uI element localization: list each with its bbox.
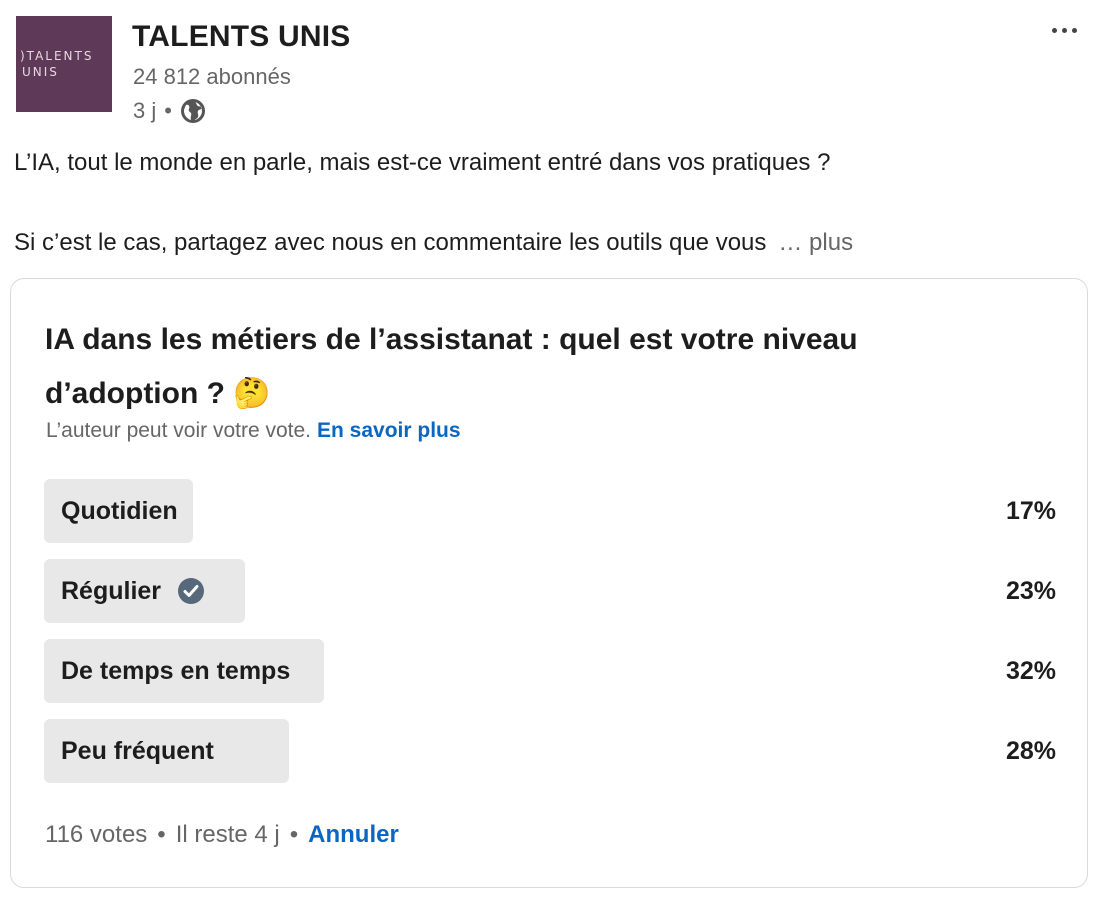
- post-time: 3 j: [133, 98, 157, 123]
- post-meta: 3 j •: [133, 98, 206, 124]
- post-header: )TALENTS UNIS TALENTS UNIS 24 812 abonné…: [16, 16, 1088, 128]
- poll-note-text: L’auteur peut voir votre vote.: [46, 419, 311, 442]
- time-remaining: Il reste 4 j: [175, 821, 280, 848]
- learn-more-link[interactable]: En savoir plus: [317, 419, 461, 442]
- poll-option-regulier[interactable]: Régulier 23%: [44, 559, 1056, 623]
- poll-question: IA dans les métiers de l’assistanat : qu…: [45, 323, 858, 410]
- more-dot: [1051, 27, 1057, 33]
- cancel-vote-link[interactable]: Annuler: [308, 821, 399, 849]
- checkmark-icon: [177, 577, 205, 605]
- poll-option-label: De temps en temps: [61, 656, 291, 685]
- more-dot: [1061, 27, 1067, 33]
- poll-card: IA dans les métiers de l’assistanat : qu…: [10, 278, 1088, 888]
- meta-separator: •: [164, 98, 172, 123]
- poll-footer: 116 votes • Il reste 4 j • Annuler: [45, 821, 399, 849]
- poll-option-quotidien[interactable]: Quotidien 17%: [44, 479, 1056, 543]
- globe-icon: [180, 98, 206, 124]
- poll-option-label: Régulier: [61, 576, 162, 605]
- poll-option-percent: 28%: [1005, 736, 1056, 765]
- poll-option-label-wrap: Régulier: [61, 559, 205, 623]
- poll-option-percent: 32%: [1005, 656, 1056, 685]
- footer-separator: •: [289, 821, 299, 848]
- post-text: L’IA, tout le monde en parle, mais est-c…: [14, 146, 1084, 260]
- more-options-button[interactable]: [1042, 16, 1086, 44]
- poll-option-percent: 23%: [1005, 576, 1056, 605]
- poll-option-label: Peu fréquent: [61, 736, 214, 765]
- post-text-line2-content: Si c’est le cas, partagez avec nous en c…: [14, 229, 767, 256]
- see-more-link[interactable]: … plus: [778, 229, 853, 256]
- vote-count: 116 votes: [45, 821, 148, 848]
- poll-option-percent: 17%: [1005, 496, 1056, 525]
- more-dot: [1071, 27, 1077, 33]
- poll-option-de-temps-en-temps[interactable]: De temps en temps 32%: [44, 639, 1056, 703]
- post-text-line1: L’IA, tout le monde en parle, mais est-c…: [14, 149, 831, 176]
- poll-note: L’auteur peut voir votre vote. En savoir …: [46, 419, 461, 443]
- follower-count: 24 812 abonnés: [133, 64, 291, 89]
- logo-text-line1: )TALENTS: [20, 49, 94, 63]
- company-logo[interactable]: )TALENTS UNIS: [16, 16, 112, 112]
- author-name[interactable]: TALENTS UNIS: [132, 20, 351, 54]
- footer-separator: •: [157, 821, 166, 848]
- poll-option-peu-frequent[interactable]: Peu fréquent 28%: [44, 719, 1056, 783]
- post-text-line2: Si c’est le cas, partagez avec nous en c…: [14, 226, 1084, 260]
- poll-option-label: Quotidien: [61, 496, 178, 525]
- logo-text-line2: UNIS: [22, 65, 59, 79]
